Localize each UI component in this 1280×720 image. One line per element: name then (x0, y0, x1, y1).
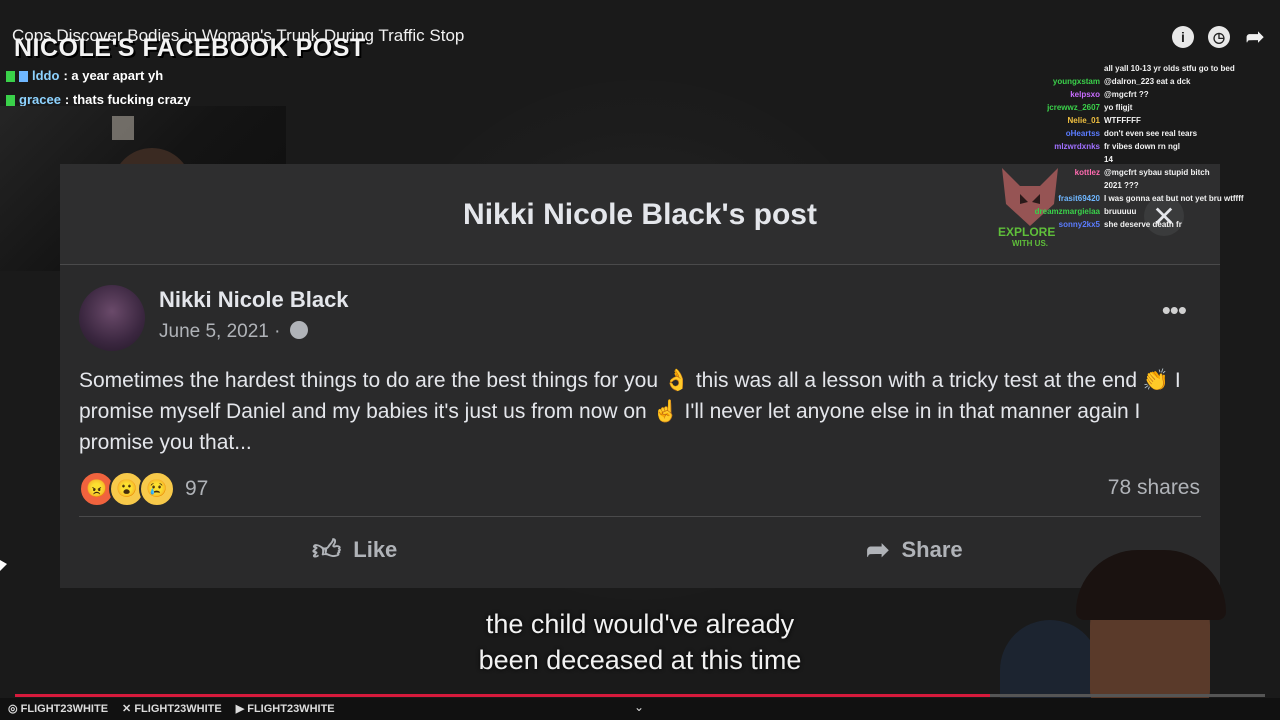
chat-text: she deserve death fr (1104, 220, 1182, 229)
chevron-down-icon[interactable]: ⌄ (634, 700, 644, 714)
more-options-button[interactable]: ••• (1162, 295, 1187, 326)
subtitle-line: the child would've already (485, 609, 795, 639)
youtube-handle: ▶ FLIGHT23WHITE (235, 703, 335, 715)
chat-text: fr vibes down rn ngl (1104, 142, 1181, 151)
shares-count[interactable]: 78 shares (1108, 476, 1200, 500)
chat-text: @dalron_223 eat a dck (1104, 77, 1191, 86)
chat-username: kottlez (1074, 168, 1100, 177)
x-handle: ✕ FLIGHT23WHITE (122, 703, 222, 715)
chat-text: don't even see real tears (1104, 129, 1198, 138)
chat-username: kelpsxo (1070, 90, 1100, 99)
video-subtitle: the child would've already been deceased… (0, 606, 1280, 678)
chat-overlay-left: lddo : a year apart yh gracee : thats fu… (6, 64, 191, 112)
x-handle-text: FLIGHT23WHITE (134, 703, 222, 715)
thumbs-up-icon: 👍︎ (312, 534, 342, 565)
chat-message: 2021 ??? (1030, 179, 1270, 192)
badge-icon (6, 70, 15, 82)
avatar[interactable] (79, 285, 145, 351)
like-label: Like (353, 537, 398, 562)
bottom-social-bar: ◎ FLIGHT23WHITE ✕ FLIGHT23WHITE ▶ FLIGHT… (0, 698, 1280, 720)
chat-message: jcrewwz_2607 yo fligjt (1030, 101, 1270, 114)
chat-text: : a year apart yh (63, 68, 164, 83)
chat-username: mlzwrdxnks (1054, 142, 1100, 151)
post-date-row: June 5, 2021 · (159, 321, 308, 343)
badge-icon (6, 94, 15, 106)
post-text: Sometimes the hardest things to do are t… (79, 369, 1181, 454)
chat-username (1030, 62, 1100, 75)
chat-text: all yall 10-13 yr olds stfu go to bed (1104, 64, 1235, 73)
social-handles: ◎ FLIGHT23WHITE ✕ FLIGHT23WHITE ▶ FLIGHT… (8, 702, 335, 715)
chat-text: WTFFFFF (1104, 116, 1141, 125)
wall-frame (112, 116, 134, 140)
share-arrow-icon[interactable]: ➦ (1244, 24, 1266, 49)
chat-message: lddo : a year apart yh (6, 64, 191, 88)
chat-username: youngxstam (1052, 77, 1100, 86)
video-progress-bar[interactable] (15, 694, 1265, 697)
chat-message: kelpsxo @mgcfrt ?? (1030, 88, 1270, 101)
chat-text: bruuuuu (1104, 207, 1137, 216)
mouse-cursor-icon (0, 560, 7, 571)
chat-username: dreamzmargielaa (1034, 207, 1100, 216)
chat-text: @mgcfrt sybau stupid bitch (1104, 168, 1210, 177)
chat-message: 14 (1030, 153, 1270, 166)
chat-username: oHeartss (1065, 129, 1100, 138)
share-label: Share (901, 536, 963, 562)
badge-icon (19, 70, 28, 82)
video-top-controls: i ◷ ➦ (1172, 24, 1266, 49)
chat-message: dreamzmargielaa bruuuuu (1030, 205, 1270, 218)
divider (79, 516, 1201, 517)
facebook-post-card: Nikki Nicole Black June 5, 2021 · ••• So… (60, 265, 1220, 588)
info-icon[interactable]: i (1172, 26, 1194, 48)
youtube-handle-text: FLIGHT23WHITE (247, 703, 335, 715)
chat-username: Nelie_01 (1067, 116, 1100, 125)
clock-icon[interactable]: ◷ (1208, 26, 1230, 48)
reaction-count: 97 (185, 477, 209, 500)
instagram-handle: ◎ FLIGHT23WHITE (8, 703, 109, 715)
chat-message: youngxstam @dalron_223 eat a dck (1030, 75, 1270, 88)
overlay-title: NICOLE'S FACEBOOK POST (14, 34, 366, 62)
wolf-logo-line2: WITH US. (1012, 239, 1048, 248)
chat-text: 2021 ??? (1104, 181, 1139, 190)
chat-username: lddo (32, 68, 60, 83)
globe-icon (289, 321, 308, 339)
chat-username (1030, 153, 1100, 166)
chat-text: yo fligjt (1104, 103, 1133, 112)
chat-text: 14 (1104, 155, 1113, 164)
reactions-summary[interactable]: 😠 😮 😢 97 (79, 471, 208, 507)
subtitle-line: been deceased at this time (478, 645, 802, 675)
post-date[interactable]: June 5, 2021 · (159, 321, 280, 342)
chat-message: mlzwrdxnks fr vibes down rn ngl (1030, 140, 1270, 153)
chat-username: sonny2kx5 (1058, 220, 1100, 229)
chat-overlay-right: all yall 10-13 yr olds stfu go to bed you… (1030, 62, 1270, 231)
chat-message: Nelie_01 WTFFFFF (1030, 114, 1270, 127)
chat-message: kottlez @mgcfrt sybau stupid bitch (1030, 166, 1270, 179)
chat-username: frasit69420 (1058, 194, 1100, 203)
chat-text: @mgcfrt ?? (1104, 90, 1149, 99)
progress-fill (15, 694, 990, 697)
chat-text: I was gonna eat but not yet bru wtffff (1104, 194, 1244, 203)
chat-message: oHeartss don't even see real tears (1030, 127, 1270, 140)
sad-reaction-icon: 😢 (139, 471, 175, 507)
chat-message: sonny2kx5 she deserve death fr (1030, 218, 1270, 231)
chat-message: frasit69420 I was gonna eat but not yet b… (1030, 192, 1270, 205)
like-button[interactable]: 👍︎ Like (312, 533, 397, 567)
chat-message: all yall 10-13 yr olds stfu go to bed (1030, 62, 1270, 75)
instagram-handle-text: FLIGHT23WHITE (20, 703, 109, 715)
post-author[interactable]: Nikki Nicole Black (159, 287, 349, 313)
chat-username (1030, 179, 1100, 192)
share-icon: ➦ (866, 534, 890, 565)
share-button[interactable]: ➦ Share (866, 533, 963, 566)
chat-username: jcrewwz_2607 (1047, 103, 1100, 112)
